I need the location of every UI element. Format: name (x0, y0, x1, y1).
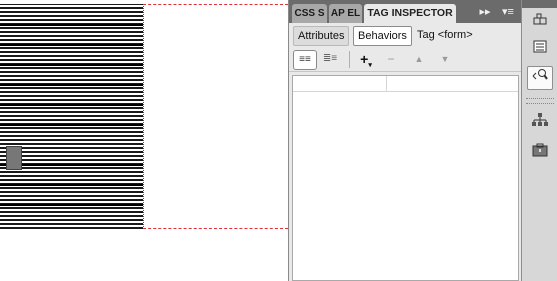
hatch-band (0, 84, 143, 86)
hatch-band (0, 184, 143, 186)
subtab-behaviors[interactable]: Behaviors (353, 26, 412, 46)
current-tag-label: Tag <form> (417, 29, 473, 41)
design-canvas[interactable] (0, 0, 288, 281)
show-set-events-button[interactable]: ≡≡ (293, 50, 317, 70)
tab-ap-elements[interactable]: AP EL (329, 4, 362, 23)
panel-tab-bar: CSS S AP EL TAG INSPECTOR ▸▸ ▾≡ (289, 0, 521, 23)
hatch-band (0, 64, 143, 66)
behaviors-toolbar: ≡≡ ≣≡ +▾ − ▲ ▼ (289, 47, 521, 72)
inspector-subtabs: Attributes Behaviors Tag <form> (289, 23, 521, 47)
move-up-button[interactable]: ▲ (411, 50, 427, 68)
expand-panels-icon[interactable]: ▸▸ (477, 3, 493, 21)
behaviors-list-header (293, 76, 518, 92)
hatch-band (0, 124, 143, 126)
add-behavior-button[interactable]: +▾ (357, 50, 375, 69)
layer-handle[interactable] (6, 146, 22, 170)
chevron-down-icon: ▾ (368, 62, 372, 69)
column-divider[interactable] (386, 76, 387, 91)
subtab-attributes[interactable]: Attributes (293, 26, 350, 46)
hatch-band (0, 204, 143, 206)
collapsed-panel-strip (521, 0, 557, 281)
hatch-band (0, 24, 143, 26)
hatched-layer-region[interactable] (0, 4, 143, 229)
move-down-button[interactable]: ▼ (437, 50, 453, 68)
tag-inspector-panel: CSS S AP EL TAG INSPECTOR ▸▸ ▾≡ Attribut… (288, 0, 521, 281)
layer-edge (143, 4, 144, 229)
strip-header (522, 0, 557, 8)
show-all-events-button[interactable]: ≣≡ (319, 50, 341, 68)
insert-icon[interactable] (528, 12, 552, 34)
hatch-band (0, 104, 143, 106)
panel-menu-icon[interactable]: ▾≡ (499, 3, 517, 21)
behaviors-list[interactable] (292, 75, 519, 281)
remove-behavior-button[interactable]: − (383, 50, 399, 68)
form-boundary-bottom (143, 228, 288, 229)
hatch-band (0, 44, 143, 46)
toolbar-divider (349, 51, 350, 68)
files-icon[interactable] (528, 38, 552, 60)
form-boundary-top (143, 4, 288, 5)
sitemap-icon[interactable] (528, 112, 552, 134)
assets-icon[interactable] (528, 142, 552, 164)
tab-css-styles[interactable]: CSS S (292, 4, 327, 23)
strip-separator (526, 98, 554, 104)
tag-inspector-icon[interactable] (527, 66, 553, 90)
tab-tag-inspector[interactable]: TAG INSPECTOR (364, 4, 456, 23)
